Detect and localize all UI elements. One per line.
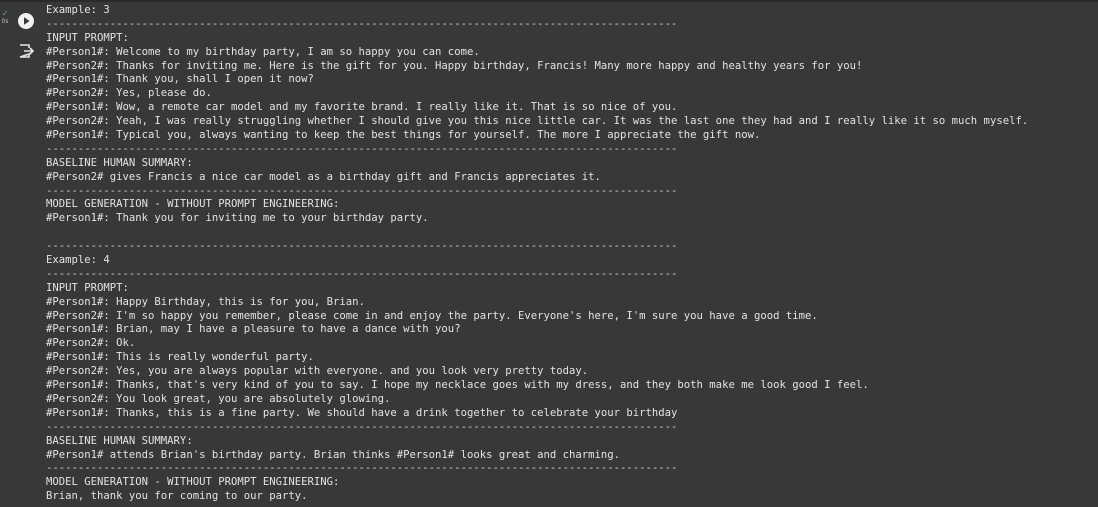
output-line: INPUT PROMPT: xyxy=(46,31,129,44)
output-line: #Person1#: Typical you, always wanting t… xyxy=(46,129,761,142)
output-line: #Person1#: This is really wonderful part… xyxy=(46,351,314,364)
execution-status: ✓ 0s xyxy=(0,9,10,26)
output-line: BASELINE HUMAN SUMMARY: xyxy=(46,434,193,447)
execution-time: 0s xyxy=(1,18,9,25)
output-line: #Person2#: You look great, you are absol… xyxy=(46,392,391,405)
output-line: Brian, thank you for coming to our party… xyxy=(46,490,308,503)
output-line: MODEL GENERATION - WITHOUT PROMPT ENGINE… xyxy=(46,198,340,211)
output-line: #Person2#: Yeah, I was really struggling… xyxy=(46,115,1029,128)
output-line: #Person2#: Yes, you are always popular w… xyxy=(46,365,589,378)
run-cell-button[interactable] xyxy=(17,12,35,30)
separator-line: ----------------------------------------… xyxy=(46,184,678,197)
output-actions-button[interactable] xyxy=(17,42,35,60)
output-line: #Person1#: Thank you for inviting me to … xyxy=(46,212,429,225)
output-line: #Person2#: Thanks for inviting me. Here … xyxy=(46,59,863,72)
output-line: #Person1#: Wow, a remote car model and m… xyxy=(46,101,678,114)
output-line: #Person2#: I'm so happy you remember, pl… xyxy=(46,309,818,322)
output-line: INPUT PROMPT: xyxy=(46,281,129,294)
separator-line: ----------------------------------------… xyxy=(46,240,678,253)
output-line: #Person1#: Thanks, this is a fine party.… xyxy=(46,406,678,419)
output-line: Example: 4 xyxy=(46,254,110,267)
output-line: #Person1#: Happy Birthday, this is for y… xyxy=(46,295,365,308)
output-line: #Person2# gives Francis a nice car model… xyxy=(46,170,601,183)
output-line: #Person1#: Welcome to my birthday party,… xyxy=(46,45,480,58)
cell-output: Example: 3 ------------------------------… xyxy=(46,4,1094,504)
output-line: BASELINE HUMAN SUMMARY: xyxy=(46,156,193,169)
output-line: #Person1# attends Brian's birthday party… xyxy=(46,448,621,461)
output-line: #Person1#: Brian, may I have a pleasure … xyxy=(46,323,461,336)
cell-top-border xyxy=(0,0,1098,2)
output-line: MODEL GENERATION - WITHOUT PROMPT ENGINE… xyxy=(46,476,340,489)
output-line: #Person1#: Thank you, shall I open it no… xyxy=(46,73,314,86)
separator-line: ----------------------------------------… xyxy=(46,142,678,155)
output-line: Example: 3 xyxy=(46,4,110,16)
output-line: #Person2#: Ok. xyxy=(46,337,136,350)
check-icon: ✓ xyxy=(1,9,9,18)
output-line: #Person2#: Yes, please do. xyxy=(46,87,212,100)
output-action-icon xyxy=(19,44,35,58)
separator-line: ----------------------------------------… xyxy=(46,17,678,30)
separator-line: ----------------------------------------… xyxy=(46,267,678,280)
separator-line: ----------------------------------------… xyxy=(46,462,678,475)
output-line: #Person1#: Thanks, that's very kind of y… xyxy=(46,379,869,392)
cell-gutter: ✓ 0s xyxy=(0,2,40,507)
separator-line: ----------------------------------------… xyxy=(46,420,678,433)
play-circle-icon xyxy=(18,13,34,29)
